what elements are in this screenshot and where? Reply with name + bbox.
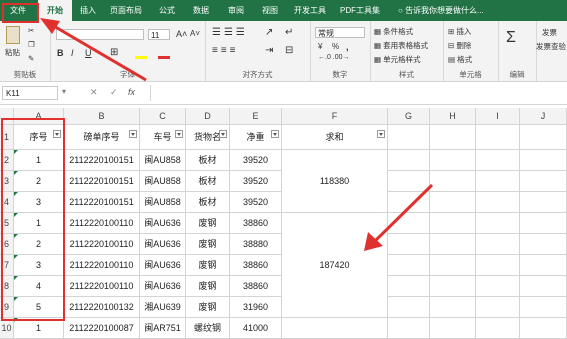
table-cell[interactable]: 41000 bbox=[230, 318, 282, 339]
table-cell[interactable]: 螺纹钢 bbox=[186, 318, 230, 339]
table-cell[interactable]: 1 bbox=[14, 318, 64, 339]
empty-cell[interactable] bbox=[520, 318, 567, 339]
arrow-to-sum-cell bbox=[364, 183, 434, 251]
empty-cell[interactable] bbox=[430, 318, 476, 339]
empty-cell[interactable] bbox=[388, 318, 430, 339]
table-cell[interactable]: 闽AR751 bbox=[140, 318, 186, 339]
row-header-10[interactable]: 10 bbox=[0, 318, 14, 339]
annotation-arrows bbox=[40, 18, 434, 251]
arrow-to-file-tab bbox=[40, 18, 147, 82]
sum-cell-group-3[interactable] bbox=[282, 318, 388, 339]
table-cell[interactable]: 2112220100087 bbox=[64, 318, 140, 339]
empty-cell[interactable] bbox=[476, 318, 520, 339]
